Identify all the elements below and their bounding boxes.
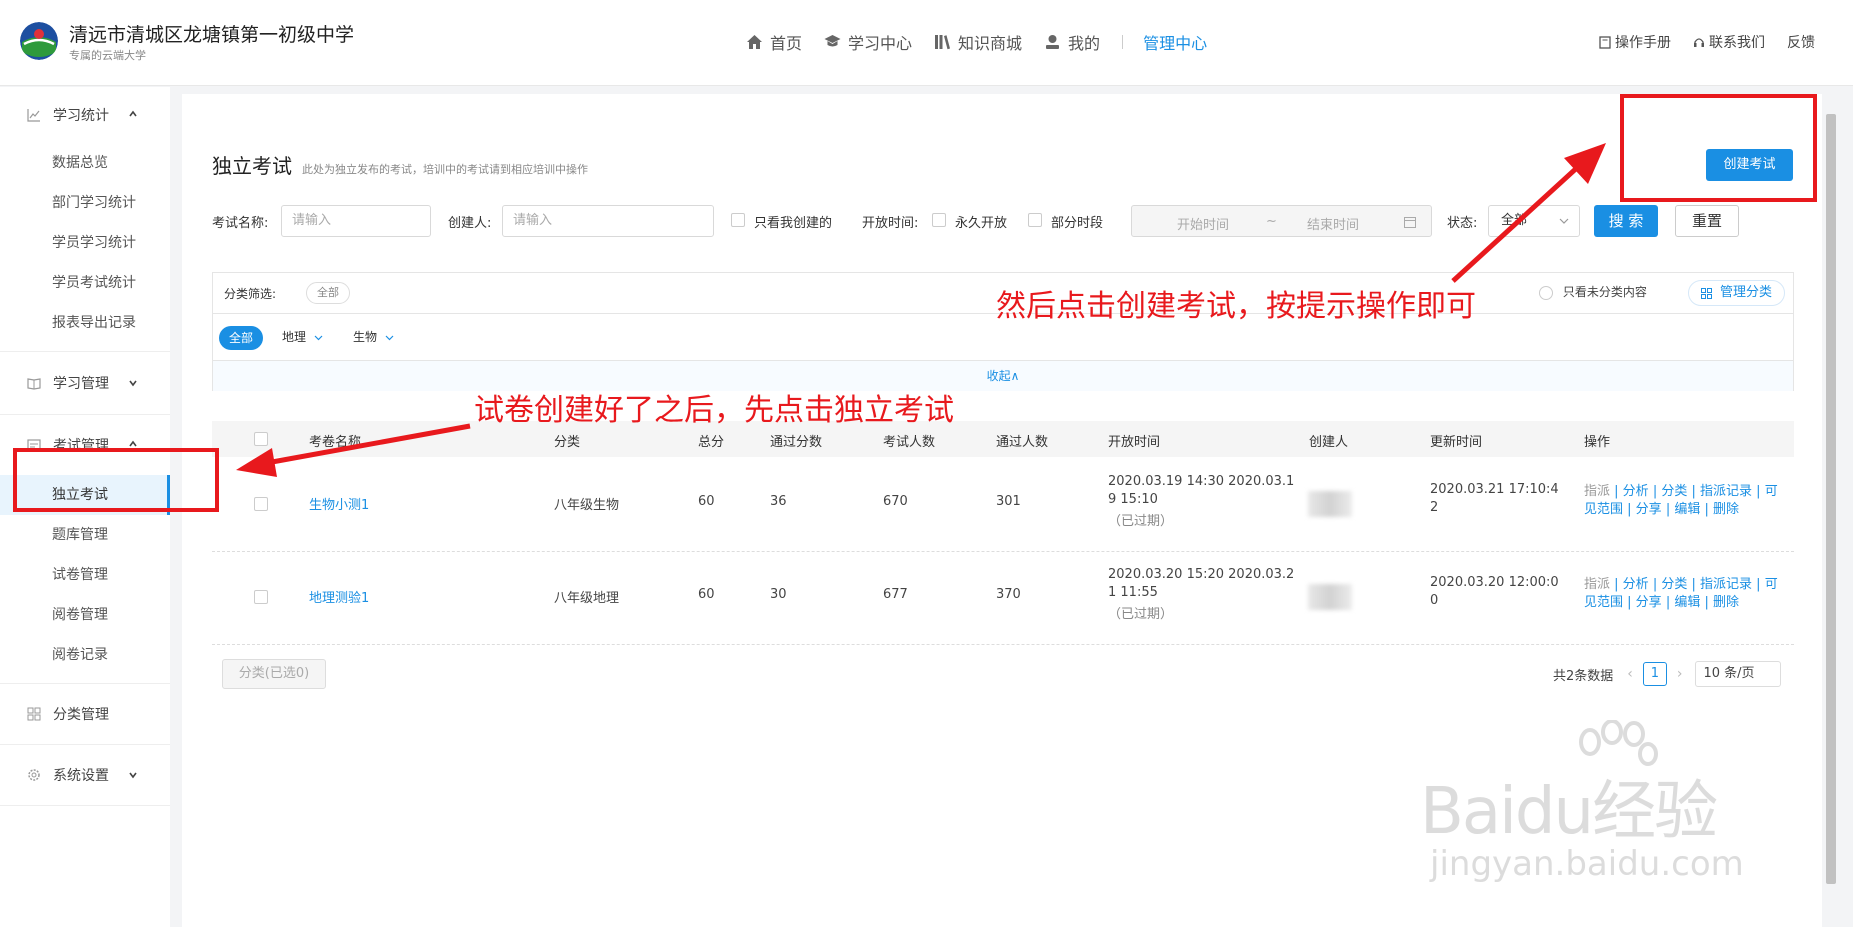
arrow-to-standalone-exam	[271, 423, 471, 465]
arrowhead	[236, 448, 277, 477]
annotation-arrows	[236, 143, 1606, 477]
annotation-step2: 然后点击创建考试，按提示操作即可	[996, 289, 1476, 324]
annotation-step1: 试卷创建好了之后，先点击独立考试	[474, 393, 954, 428]
arrow-to-create-button	[1451, 163, 1582, 283]
arrowhead	[1564, 143, 1606, 184]
